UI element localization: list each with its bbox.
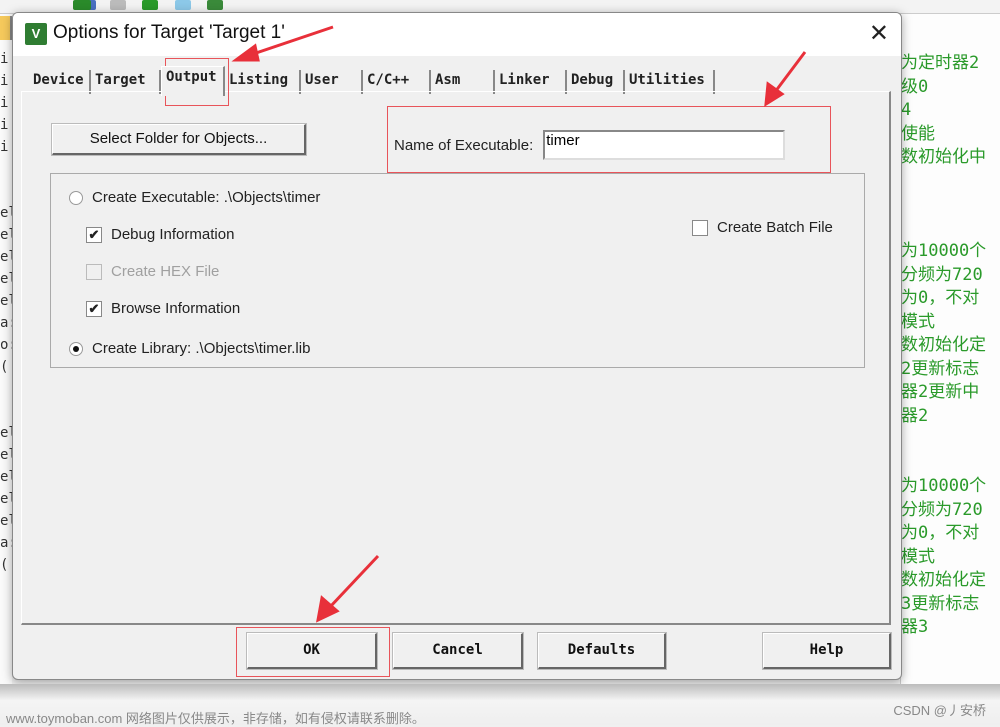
- arrow-icon: [773, 51, 807, 93]
- watermark: www.toymoban.com 网络图片仅供展示，非存储，如有侵权请联系删除。: [6, 711, 425, 726]
- annotation-arrows: [231, 25, 807, 623]
- credit: CSDN @丿安桥: [893, 703, 986, 718]
- tab-output[interactable]: Output: [161, 66, 225, 96]
- arrow-head-icon: [231, 43, 260, 62]
- arrow-icon: [328, 554, 380, 609]
- arrow-icon: [249, 25, 334, 57]
